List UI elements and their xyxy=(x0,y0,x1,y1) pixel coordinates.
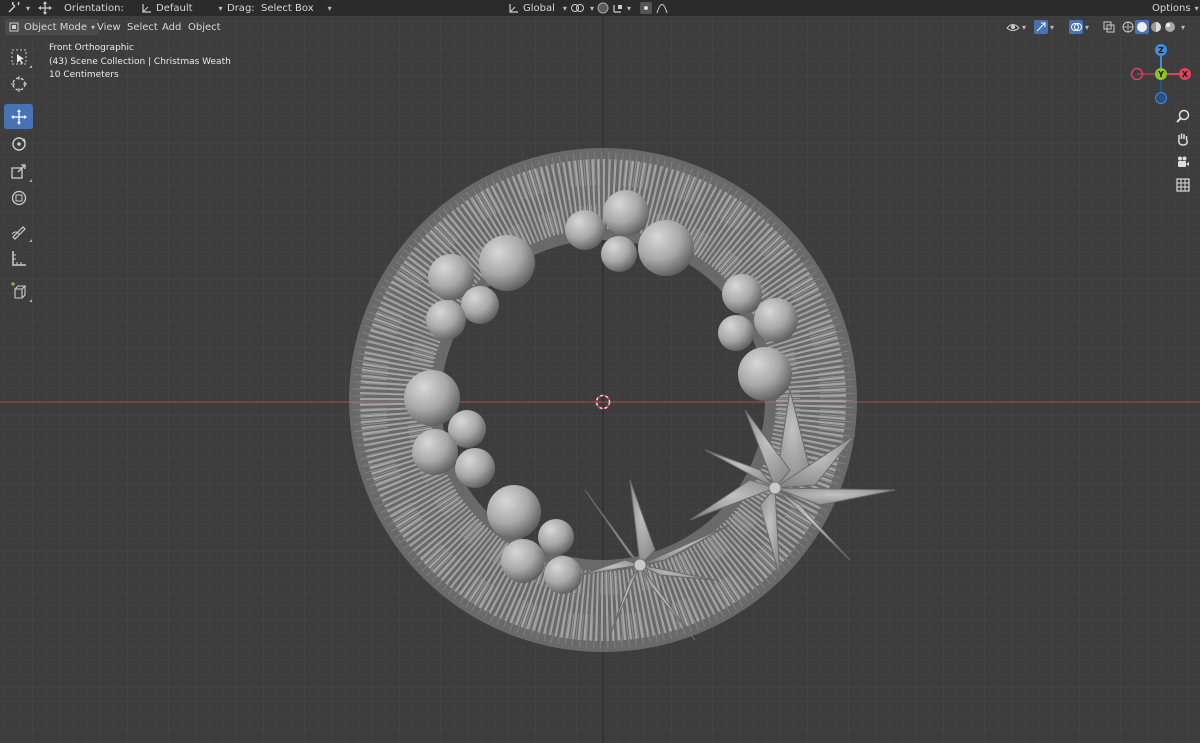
add-cube-icon xyxy=(10,281,26,299)
3d-cursor-icon[interactable] xyxy=(594,393,612,411)
orientation-dropdown[interactable]: Default ▾ xyxy=(140,0,223,16)
add-menu[interactable]: Add xyxy=(162,19,181,35)
object-mode-icon xyxy=(9,22,19,32)
svg-text:X: X xyxy=(1182,70,1189,79)
select-box-tool[interactable] xyxy=(4,44,33,69)
shading-mode-icons xyxy=(1122,20,1175,34)
collection-text: (43) Scene Collection | Christmas Weath xyxy=(49,57,231,67)
transform-orientation-dropdown[interactable]: Global ▾ xyxy=(507,0,567,16)
move-icon xyxy=(10,108,27,125)
options-label: Options xyxy=(1152,2,1191,14)
select-menu[interactable]: Select xyxy=(127,19,158,35)
chevron-down-icon: ▾ xyxy=(1194,3,1199,13)
annotate-tool[interactable] xyxy=(4,218,33,243)
drag-value: Select Box xyxy=(261,2,314,14)
camera-view-button[interactable] xyxy=(1172,151,1194,173)
move-arrows-icon xyxy=(38,1,52,15)
zoom-button[interactable] xyxy=(1172,105,1194,127)
svg-text:Z: Z xyxy=(1158,46,1164,55)
grid-toggle-icon xyxy=(1176,178,1190,192)
eye-icon xyxy=(1006,24,1020,31)
scale-tool[interactable] xyxy=(4,158,33,183)
object-menu[interactable]: Object xyxy=(188,19,221,35)
transform-tool[interactable] xyxy=(4,185,33,210)
overlays-icon xyxy=(1069,20,1083,34)
visibility-dropdown[interactable]: ▾ xyxy=(1006,19,1026,35)
pan-hand-icon xyxy=(1178,133,1188,146)
chevron-down-icon: ▾ xyxy=(218,3,223,13)
pivot-point-button[interactable]: ▾ xyxy=(570,0,594,16)
3d-viewport[interactable] xyxy=(0,16,1200,743)
chevron-down-icon: ▾ xyxy=(562,3,567,13)
drag-label: Drag: xyxy=(227,2,255,14)
neg-z-axis-handle[interactable] xyxy=(1155,92,1167,104)
chevron-down-icon: ▾ xyxy=(327,3,332,13)
transform-orientation-value: Global xyxy=(523,2,555,14)
rotate-icon xyxy=(11,136,26,151)
snap-toggle[interactable] xyxy=(597,0,609,16)
options-dropdown[interactable]: Options ▾ xyxy=(1152,0,1199,16)
measure-ruler-icon xyxy=(11,250,26,266)
navigation-gizmo[interactable]: Z X Y xyxy=(1128,42,1198,108)
axis-icon xyxy=(142,4,151,13)
orientation-label: Orientation: xyxy=(64,2,124,14)
measure-tool[interactable] xyxy=(4,245,33,270)
scale-text: 10 Centimeters xyxy=(49,70,119,80)
chevron-down-icon: ▾ xyxy=(91,22,96,32)
select-box-icon xyxy=(11,49,26,64)
snap-target-dropdown[interactable]: ▾ xyxy=(612,0,631,16)
pan-button[interactable] xyxy=(1172,128,1194,150)
view-name-text: Front Orthographic xyxy=(49,43,134,53)
mode-dropdown[interactable]: Object Mode ▾ xyxy=(5,19,100,35)
tool-settings-header: ▾ Orientation: Default ▾ Drag: Select Bo… xyxy=(0,0,1200,16)
xray-toggle[interactable] xyxy=(1103,19,1115,35)
move-tool[interactable] xyxy=(4,104,33,129)
zoom-icon xyxy=(1176,109,1190,123)
camera-icon xyxy=(1178,156,1189,167)
drag-dropdown[interactable]: Select Box ▾ xyxy=(261,0,332,16)
shading-modes[interactable]: ▾ xyxy=(1121,19,1185,35)
scale-icon xyxy=(10,163,26,179)
svg-text:Y: Y xyxy=(1157,70,1164,79)
annotate-pencil-icon xyxy=(11,225,26,240)
falloff-button[interactable] xyxy=(656,0,668,16)
orientation-value: Default xyxy=(156,2,193,14)
magnet-icon xyxy=(597,2,609,14)
tool-shelf xyxy=(4,44,35,305)
transform-icon xyxy=(11,190,26,205)
viewport-header: Object Mode ▾ View Select Add Object ▾ ▾… xyxy=(0,16,1200,37)
transform-pivot-button[interactable] xyxy=(36,0,54,16)
cursor-tool[interactable] xyxy=(4,71,33,96)
gizmo-toggle[interactable]: ▾ xyxy=(1034,19,1054,35)
global-axis-icon xyxy=(509,4,518,13)
editor-type-button[interactable]: ▾ xyxy=(6,0,30,16)
rotate-tool[interactable] xyxy=(4,131,33,156)
wrench-icon xyxy=(8,2,20,13)
overlays-toggle[interactable]: ▾ xyxy=(1069,19,1089,35)
ortho-toggle-button[interactable] xyxy=(1172,174,1194,196)
gizmo-icon xyxy=(1034,20,1048,34)
view-menu[interactable]: View xyxy=(97,19,121,35)
christmas-wreath-object[interactable] xyxy=(340,140,900,660)
snap-grid-icon xyxy=(613,5,622,13)
mode-label: Object Mode xyxy=(24,21,87,33)
add-cube-tool[interactable] xyxy=(4,278,33,303)
xray-icon xyxy=(1103,21,1115,33)
falloff-curve-icon xyxy=(656,4,668,14)
link-icon xyxy=(571,4,584,12)
proportional-edit-toggle[interactable] xyxy=(640,0,652,16)
cursor-icon xyxy=(10,75,27,92)
proportional-icon xyxy=(640,2,652,14)
